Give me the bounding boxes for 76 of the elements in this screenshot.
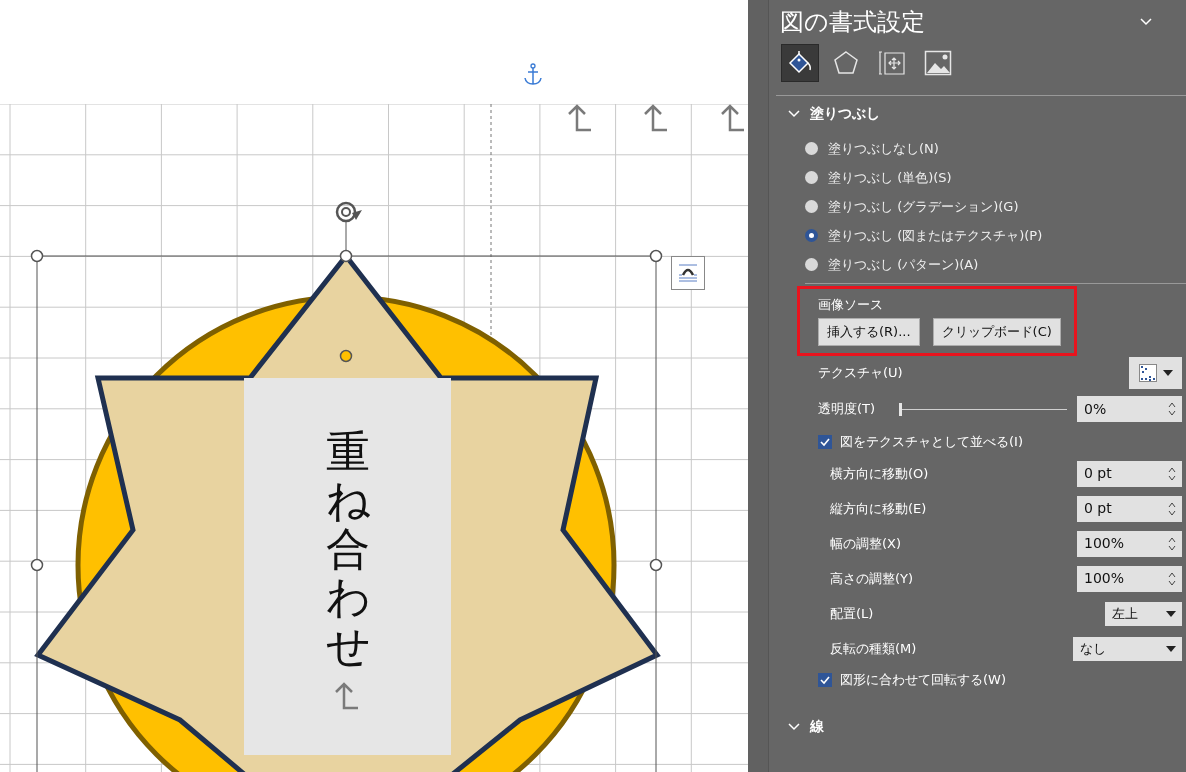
field-label: 反転の種類(M) [830,639,917,658]
dropdown[interactable]: 左上 [1105,601,1182,626]
paragraph-mark-icon [720,104,746,132]
resize-handle[interactable] [649,249,663,263]
format-tab[interactable] [781,44,819,82]
layout-options-button[interactable] [671,256,705,290]
wrap-text-icon [677,262,699,284]
spin-field[interactable]: 0 pt [1077,460,1182,487]
slider-thumb[interactable] [899,402,902,416]
field-label: 横方向に移動(O) [830,464,929,483]
checkbox[interactable] [818,435,832,449]
checkbox[interactable] [818,673,832,687]
texture-label: テクスチャ(U) [818,364,903,383]
radio-button[interactable] [805,142,818,155]
radio-button[interactable] [805,200,818,213]
radio-label: 塗りつぶし (パターン)(A) [828,255,979,274]
pentagon-icon [833,50,859,76]
collapse-chevron-icon [1140,18,1152,26]
radio-label: 塗りつぶしなし(N) [828,139,939,158]
expand-chevron-icon [788,109,800,118]
checkbox-label: 図形に合わせて回転する(W) [840,671,1006,690]
panel-title: 図の書式設定 [780,7,925,38]
spin-field[interactable]: 0 pt [1077,495,1182,522]
paragraph-mark-icon [643,104,669,132]
texture-picker-button[interactable] [1129,357,1182,389]
dropdown-value: 左上 [1112,604,1138,623]
dropdown-value: なし [1080,639,1106,658]
resize-handle[interactable] [649,558,663,572]
vertical-text: 重ね合わせ [325,428,370,670]
field-value: 0 pt [1084,499,1112,518]
field-value: 0 pt [1084,464,1112,483]
expand-chevron-icon [788,722,800,731]
spin-arrows-icon[interactable] [1168,401,1176,417]
spin-field[interactable]: 100% [1077,565,1182,592]
spin-arrows-icon[interactable] [1168,535,1176,552]
rotate-handle-icon[interactable] [335,201,362,223]
size-position-icon [878,50,906,76]
radio-label: 塗りつぶし (単色)(S) [828,168,952,187]
resize-handle[interactable] [339,249,353,263]
radio-button[interactable] [805,229,818,242]
radio-label: 塗りつぶし (図またはテクスチャ)(P) [828,226,1043,245]
field-label: 幅の調整(X) [830,534,902,553]
field-value: 100% [1084,569,1125,588]
spin-arrows-icon[interactable] [1168,465,1176,482]
field-label: 縦方向に移動(E) [830,499,927,518]
caret-icon [1166,610,1176,617]
section-title: 線 [810,717,824,736]
paragraph-mark-icon [567,104,593,132]
transparency-field[interactable]: 0% [1077,396,1182,422]
image-source-label: 画像ソース [818,297,884,313]
anchor-icon [524,63,542,85]
caret-icon [1166,645,1176,652]
section-title: 塗りつぶし [810,104,880,123]
field-label: 配置(L) [830,604,874,623]
resize-handle[interactable] [30,249,44,263]
checkbox-label: 図をテクスチャとして並べる(I) [840,433,1023,452]
image-source-button[interactable]: 挿入する(R)... [818,318,920,346]
texture-swatch-icon [1138,364,1157,382]
radio-button[interactable] [805,258,818,271]
caret-icon [1162,370,1173,376]
picture-icon [924,50,952,76]
image-source-button[interactable]: クリップボード(C) [932,318,1061,346]
adjust-handle[interactable] [339,349,353,363]
paragraph-mark-icon [334,682,360,710]
paint-bucket-icon [787,50,813,76]
transparency-label: 透明度(T) [818,400,877,419]
field-value: 100% [1084,534,1125,553]
field-label: 高さの調整(Y) [830,569,914,588]
radio-button[interactable] [805,171,818,184]
radio-label: 塗りつぶし (グラデーション)(G) [828,197,1019,216]
spin-field[interactable]: 100% [1077,530,1182,557]
spin-arrows-icon[interactable] [1168,570,1176,587]
resize-handle[interactable] [30,558,44,572]
field-value: 0% [1084,399,1107,419]
spin-arrows-icon[interactable] [1168,500,1176,517]
dropdown[interactable]: なし [1073,636,1182,661]
